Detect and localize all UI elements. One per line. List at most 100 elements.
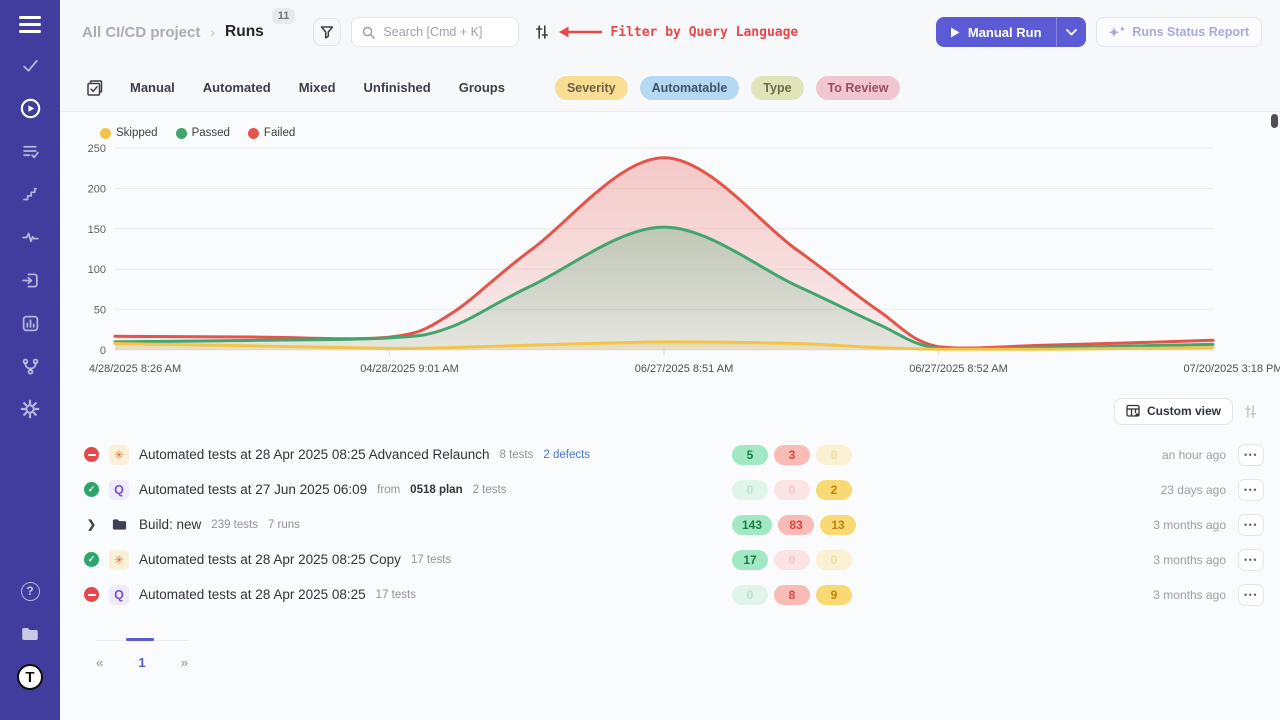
count-red-pill: 83 [778, 515, 814, 535]
tab-manual[interactable]: Manual [130, 80, 175, 95]
tabs-bar: Manual Automated Mixed Unfinished Groups Sev… [60, 64, 1280, 112]
result-counts: 002 [732, 480, 882, 500]
tab-groups[interactable]: Groups [459, 80, 505, 95]
help-icon[interactable]: ? [12, 573, 48, 609]
defects-pulse-icon[interactable] [12, 219, 48, 255]
count-yellow-pill: 2 [816, 480, 852, 500]
run-row[interactable]: ❯Build: new239 tests7 runs14383133 month… [84, 507, 1264, 542]
runs-play-icon[interactable] [12, 90, 48, 126]
run-time: 3 months ago [1153, 518, 1226, 532]
run-meta: 7 runs [268, 519, 300, 531]
x-tick-label: 06/27/2025 8:51 AM [635, 363, 733, 375]
search-input[interactable]: Search [Cmd + K] [351, 17, 519, 47]
more-actions-button[interactable]: ••• [1238, 479, 1264, 501]
custom-view-button[interactable]: Custom view [1114, 398, 1233, 425]
status-failed-icon [84, 587, 99, 602]
sidebar: ? T [0, 0, 60, 720]
requirements-signin-icon[interactable] [12, 262, 48, 298]
count-green-pill: 0 [732, 585, 768, 605]
run-row[interactable]: Q Automated tests at 28 Apr 2025 08:25 17 … [84, 577, 1264, 612]
qase-app-icon: Q [109, 480, 129, 500]
run-title[interactable]: Automated tests at 28 Apr 2025 08:25 [139, 587, 366, 602]
status-failed-icon [84, 447, 99, 462]
query-language-filter-icon[interactable] [534, 24, 550, 40]
run-title[interactable]: Automated tests at 27 Jun 2025 06:09 [139, 482, 367, 497]
count-yellow-pill: 9 [816, 585, 852, 605]
select-runs-icon[interactable] [86, 79, 104, 97]
more-actions-button[interactable]: ••• [1238, 444, 1264, 466]
next-page-button[interactable]: » [181, 655, 188, 670]
legend-dot-skipped [100, 128, 111, 139]
legend-passed[interactable]: Passed [176, 127, 230, 139]
runs-list: ✳Automated tests at 28 Apr 2025 08:25 Ad… [60, 425, 1280, 612]
legend-dot-failed [248, 128, 259, 139]
manual-run-dropdown-button[interactable] [1056, 17, 1086, 47]
prev-page-button[interactable]: « [96, 655, 103, 670]
breadcrumb-project[interactable]: All CI/CD project [82, 24, 200, 41]
run-title[interactable]: Build: new [139, 517, 201, 532]
integrations-branch-icon[interactable] [12, 348, 48, 384]
expand-chevron-icon[interactable]: ❯ [84, 518, 99, 531]
run-time: 3 months ago [1153, 588, 1226, 602]
legend-failed[interactable]: Failed [248, 127, 295, 139]
svg-text:250: 250 [88, 143, 106, 155]
svg-text:200: 200 [88, 183, 106, 195]
page-1-button[interactable]: 1 [138, 655, 145, 670]
filter-pill-automatable[interactable]: Automatable [640, 76, 740, 100]
projects-folder-icon[interactable] [12, 616, 48, 652]
chart-x-axis-labels: 4/28/2025 8:26 AM04/28/2025 9:01 AM06/27… [100, 363, 1250, 381]
plans-list-check-icon[interactable] [12, 133, 48, 169]
count-red-pill: 0 [774, 480, 810, 500]
avatar[interactable]: T [12, 659, 48, 695]
status-passed-icon: ✓ [84, 552, 99, 567]
run-meta: 17 tests [376, 589, 416, 601]
status-passed-icon: ✓ [84, 482, 99, 497]
count-green-pill: 5 [732, 445, 768, 465]
view-toolbar: Custom view [60, 381, 1280, 425]
view-settings-icon[interactable] [1243, 404, 1258, 419]
more-actions-button[interactable]: ••• [1238, 584, 1264, 606]
tab-automated[interactable]: Automated [203, 80, 271, 95]
run-time: 3 months ago [1153, 553, 1226, 567]
run-row[interactable]: ✓✳Automated tests at 28 Apr 2025 08:25 C… [84, 542, 1264, 577]
x-tick-label: 04/28/2025 9:01 AM [360, 363, 458, 375]
filter-pill-severity[interactable]: Severity [555, 76, 628, 100]
svg-text:50: 50 [94, 305, 106, 317]
svg-text:0: 0 [100, 345, 106, 357]
testcases-check-icon[interactable] [12, 47, 48, 83]
tab-unfinished[interactable]: Unfinished [364, 80, 431, 95]
funnel-icon [320, 25, 334, 39]
runs-status-report-button[interactable]: ✦✦ Runs Status Report [1096, 17, 1262, 47]
svg-text:150: 150 [88, 224, 106, 236]
settings-gear-icon[interactable] [12, 391, 48, 427]
defects-link[interactable]: 2 defects [543, 449, 590, 461]
filter-pill-to-review[interactable]: To Review [816, 76, 901, 100]
legend-skipped[interactable]: Skipped [100, 127, 158, 139]
shared-steps-icon[interactable] [12, 176, 48, 212]
filter-pill-type[interactable]: Type [751, 76, 803, 100]
area-chart: 050100150200250 [80, 142, 1230, 358]
tab-mixed[interactable]: Mixed [299, 80, 336, 95]
run-meta: from [377, 484, 400, 496]
topbar: All CI/CD project › Runs 11 Search [Cmd … [60, 0, 1280, 64]
annotation-arrow-icon [557, 25, 603, 39]
scrollbar-thumb[interactable] [1271, 114, 1278, 128]
more-actions-button[interactable]: ••• [1238, 514, 1264, 536]
filter-button[interactable] [313, 18, 341, 46]
more-actions-button[interactable]: ••• [1238, 549, 1264, 571]
x-tick-label: 4/28/2025 8:26 AM [89, 363, 181, 375]
run-time: an hour ago [1162, 448, 1226, 462]
run-title[interactable]: Automated tests at 28 Apr 2025 08:25 Cop… [139, 552, 401, 567]
analytics-chart-icon[interactable] [12, 305, 48, 341]
run-title[interactable]: Automated tests at 28 Apr 2025 08:25 Adv… [139, 447, 490, 462]
count-green-pill: 17 [732, 550, 768, 570]
manual-run-button[interactable]: Manual Run [936, 17, 1056, 47]
run-meta: 8 tests [500, 449, 534, 461]
count-yellow-pill: 0 [816, 550, 852, 570]
x-tick-label: 06/27/2025 8:52 AM [909, 363, 1007, 375]
run-row[interactable]: ✓ Q Automated tests at 27 Jun 2025 06:09 fr… [84, 472, 1264, 507]
run-row[interactable]: ✳Automated tests at 28 Apr 2025 08:25 Ad… [84, 437, 1264, 472]
breadcrumb-separator: › [210, 24, 215, 40]
qase-app-icon: Q [109, 585, 129, 605]
menu-icon[interactable] [12, 16, 48, 33]
